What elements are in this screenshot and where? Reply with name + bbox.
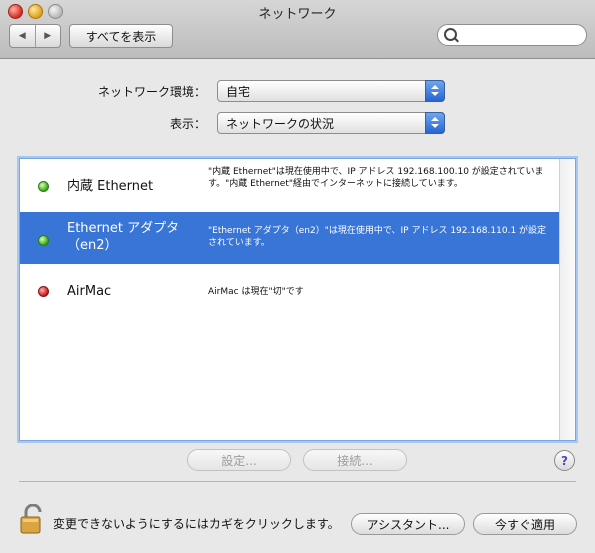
service-description: AirMac は現在"切"です — [208, 287, 304, 297]
right-arrow-icon: ▶ — [44, 31, 52, 41]
configure-button[interactable]: 設定... — [187, 449, 291, 471]
help-button[interactable]: ? — [554, 450, 575, 471]
popup-arrows-icon — [425, 80, 445, 102]
service-name: 内蔵 Ethernet — [67, 179, 154, 194]
search-field[interactable] — [437, 24, 587, 46]
show-value: ネットワークの状況 — [226, 117, 335, 131]
lock-icon[interactable] — [20, 504, 46, 534]
divider — [19, 481, 576, 482]
forward-button[interactable]: ▶ — [36, 25, 61, 47]
service-name: Ethernet アダプタ（en2） — [67, 221, 180, 253]
location-label: ネットワーク環境： — [97, 85, 206, 99]
status-green-icon — [38, 235, 49, 246]
list-item[interactable]: AirMac AirMac は現在"切"です — [20, 264, 560, 316]
service-list[interactable]: 内蔵 Ethernet "内蔵 Ethernet"は現在使用中で、IP アドレス… — [19, 158, 576, 441]
show-popup[interactable]: ネットワークの状況 — [217, 112, 445, 134]
list-item[interactable]: 内蔵 Ethernet "内蔵 Ethernet"は現在使用中で、IP アドレス… — [20, 159, 560, 212]
window-title: ネットワーク — [258, 7, 337, 22]
show-label: 表示： — [169, 117, 206, 131]
service-description: "Ethernet アダプタ（en2）"は現在使用中で、IP アドレス 192.… — [208, 226, 547, 248]
left-arrow-icon: ◀ — [18, 31, 26, 41]
search-input[interactable] — [460, 26, 582, 44]
status-red-icon — [38, 286, 49, 297]
popup-arrows-icon — [425, 112, 445, 134]
service-name: AirMac — [67, 284, 112, 299]
location-value: 自宅 — [226, 85, 251, 99]
back-forward-control: ◀ ▶ — [9, 24, 61, 48]
location-popup[interactable]: 自宅 — [217, 80, 445, 102]
lock-message: 変更できないようにするにはカギをクリックします。 — [53, 517, 340, 531]
apply-now-button[interactable]: 今すぐ適用 — [473, 513, 577, 535]
status-green-icon — [38, 181, 49, 192]
back-button[interactable]: ◀ — [10, 25, 36, 47]
show-all-button[interactable]: すべてを表示 — [69, 24, 173, 48]
search-icon — [444, 28, 457, 41]
connect-button[interactable]: 接続... — [303, 449, 407, 471]
list-item-selected[interactable]: Ethernet アダプタ（en2） "Ethernet アダプタ（en2）"は… — [20, 212, 560, 264]
scrollbar[interactable] — [559, 159, 575, 440]
assistant-button[interactable]: アシスタント... — [351, 513, 465, 535]
title-bar: ネットワーク ◀ ▶ すべてを表示 — [0, 0, 595, 59]
service-description: "内蔵 Ethernet"は現在使用中で、IP アドレス 192.168.100… — [208, 167, 544, 189]
